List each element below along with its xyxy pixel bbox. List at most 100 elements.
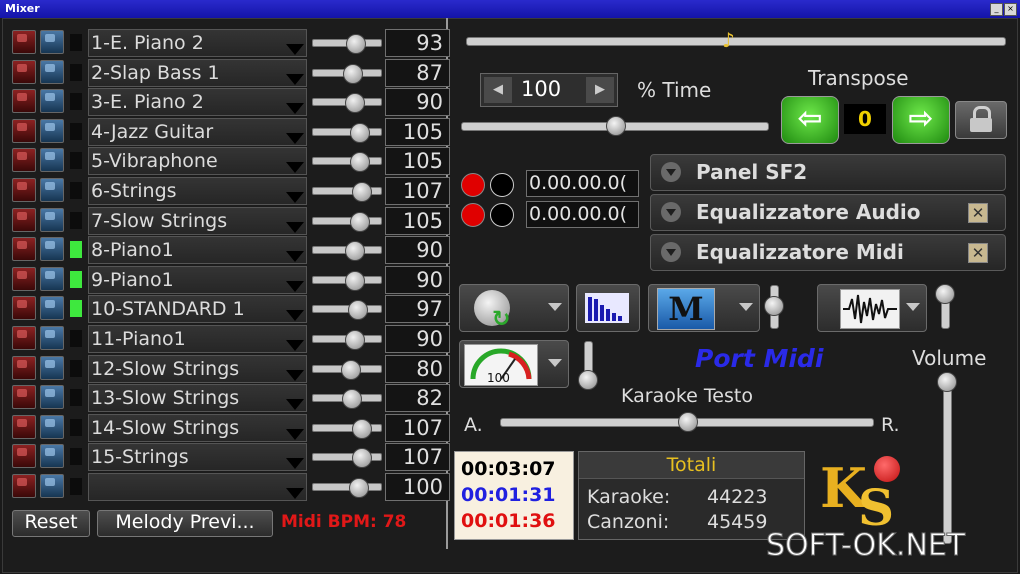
instrument-select[interactable]: 12-Slow Strings <box>88 354 307 383</box>
tempo-decrease-icon[interactable]: ◀ <box>484 77 512 103</box>
karaoke-balance-knob[interactable] <box>678 412 698 432</box>
melody-preview-button[interactable]: Melody Previ... <box>97 510 273 537</box>
tempo-slider[interactable] <box>461 116 769 136</box>
instrument-select[interactable]: 1-E. Piano 2 <box>88 29 307 57</box>
audio-equalizer-toggle[interactable]: Equalizzatore Audio ✕ <box>650 194 1006 231</box>
channel-volume-slider[interactable] <box>312 182 382 202</box>
instrument-select[interactable]: 10-STANDARD 1 <box>88 295 307 324</box>
channel-volume-value[interactable]: 80 <box>385 354 450 383</box>
channel-volume-knob[interactable] <box>344 93 365 114</box>
song-position-slider[interactable] <box>466 37 1006 46</box>
solo-button[interactable] <box>40 474 64 498</box>
audio-equalizer-checkbox[interactable]: ✕ <box>968 203 988 223</box>
channel-volume-slider[interactable] <box>312 389 382 410</box>
instrument-select[interactable]: 6-Strings <box>88 177 307 205</box>
close-button[interactable]: × <box>1004 3 1017 16</box>
mute-button[interactable] <box>12 296 36 321</box>
minimize-button[interactable]: _ <box>990 3 1003 16</box>
channel-volume-value[interactable]: 90 <box>385 88 450 117</box>
channel-volume-knob[interactable] <box>351 182 372 202</box>
solo-button[interactable] <box>40 444 64 469</box>
solo-button[interactable] <box>40 178 64 202</box>
music-note-icon[interactable]: ♪ <box>722 28 735 52</box>
midi-level-knob[interactable] <box>764 296 784 316</box>
solo-button[interactable] <box>40 266 64 291</box>
speedometer-button[interactable]: 100 <box>459 340 569 388</box>
solo-button[interactable] <box>40 59 64 84</box>
speed-level-knob[interactable] <box>578 370 598 390</box>
channel-volume-slider[interactable] <box>312 418 382 439</box>
channel-volume-value[interactable]: 90 <box>385 325 450 353</box>
dropdown-arrow-icon[interactable] <box>906 303 920 311</box>
channel-volume-knob[interactable] <box>344 270 365 291</box>
solo-button[interactable] <box>40 118 64 143</box>
master-volume-knob[interactable] <box>937 372 957 392</box>
instrument-select[interactable]: 14-Slow Strings <box>88 413 307 442</box>
mute-button[interactable] <box>12 414 36 439</box>
channel-volume-knob[interactable] <box>348 478 369 498</box>
dropdown-arrow-icon[interactable] <box>548 359 562 367</box>
solo-button[interactable] <box>40 30 64 54</box>
instrument-select[interactable]: 7-Slow Strings <box>88 206 307 235</box>
channel-volume-slider[interactable] <box>312 34 382 54</box>
mute-button[interactable] <box>12 326 36 350</box>
tempo-slider-knob[interactable] <box>606 116 626 136</box>
record-marker-2-icon[interactable] <box>461 203 485 227</box>
record-marker-1-icon[interactable] <box>461 173 485 197</box>
channel-volume-value[interactable]: 82 <box>385 384 450 413</box>
audio-level-knob[interactable] <box>935 284 955 304</box>
instrument-select[interactable]: 11-Piano1 <box>88 325 307 353</box>
solo-button[interactable] <box>40 207 64 232</box>
channel-volume-value[interactable]: 105 <box>385 147 450 176</box>
solo-button[interactable] <box>40 237 64 262</box>
panel-sf2-toggle[interactable]: Panel SF2 <box>650 154 1006 191</box>
mute-button[interactable] <box>12 385 36 410</box>
instrument-select[interactable]: 5-Vibraphone <box>88 147 307 176</box>
tempo-spinner[interactable]: ◀ 100 ▶ <box>480 73 618 107</box>
reset-button[interactable]: Reset <box>12 510 90 537</box>
marker-time-1[interactable]: 0.00.00.0( <box>526 170 639 197</box>
solo-button[interactable] <box>40 148 64 173</box>
mute-button[interactable] <box>12 30 36 54</box>
midi-mode-button[interactable]: M <box>648 284 760 332</box>
channel-volume-slider[interactable] <box>312 359 382 380</box>
channel-volume-slider[interactable] <box>312 330 382 350</box>
master-volume-slider[interactable] <box>937 372 957 544</box>
channel-volume-value[interactable]: 87 <box>385 58 450 87</box>
solo-button[interactable] <box>40 89 64 114</box>
channel-volume-knob[interactable] <box>351 418 372 439</box>
mute-button[interactable] <box>12 148 36 173</box>
mute-button[interactable] <box>12 237 36 262</box>
midi-level-slider[interactable] <box>764 285 784 329</box>
channel-volume-knob[interactable] <box>351 448 372 469</box>
channel-volume-knob[interactable] <box>350 122 371 143</box>
channel-volume-value[interactable]: 107 <box>385 177 450 205</box>
clear-marker-1-icon[interactable] <box>490 173 514 197</box>
clear-marker-2-icon[interactable] <box>490 203 514 227</box>
audio-wave-button[interactable] <box>817 284 927 332</box>
spectrum-button[interactable] <box>576 284 640 332</box>
solo-button[interactable] <box>40 326 64 350</box>
channel-volume-value[interactable]: 90 <box>385 265 450 294</box>
database-sync-button[interactable]: ↻ <box>459 284 569 332</box>
mute-button[interactable] <box>12 59 36 84</box>
marker-time-2[interactable]: 0.00.00.0( <box>526 201 639 228</box>
mute-button[interactable] <box>12 118 36 143</box>
channel-volume-value[interactable]: 107 <box>385 413 450 442</box>
dropdown-arrow-icon[interactable] <box>739 303 753 311</box>
solo-button[interactable] <box>40 355 64 380</box>
instrument-select[interactable]: 8-Piano1 <box>88 236 307 265</box>
channel-volume-knob[interactable] <box>343 63 364 84</box>
channel-volume-knob[interactable] <box>350 211 371 232</box>
channel-volume-slider[interactable] <box>312 241 382 262</box>
mute-button[interactable] <box>12 474 36 498</box>
karaoke-balance-slider[interactable] <box>500 412 874 432</box>
solo-button[interactable] <box>40 414 64 439</box>
instrument-select[interactable]: 2-Slap Bass 1 <box>88 58 307 87</box>
speed-level-slider[interactable] <box>578 341 598 390</box>
channel-volume-value[interactable]: 107 <box>385 443 450 472</box>
channel-volume-knob[interactable] <box>344 241 365 262</box>
dropdown-arrow-icon[interactable] <box>548 303 562 311</box>
channel-volume-slider[interactable] <box>312 63 382 84</box>
mute-button[interactable] <box>12 178 36 202</box>
